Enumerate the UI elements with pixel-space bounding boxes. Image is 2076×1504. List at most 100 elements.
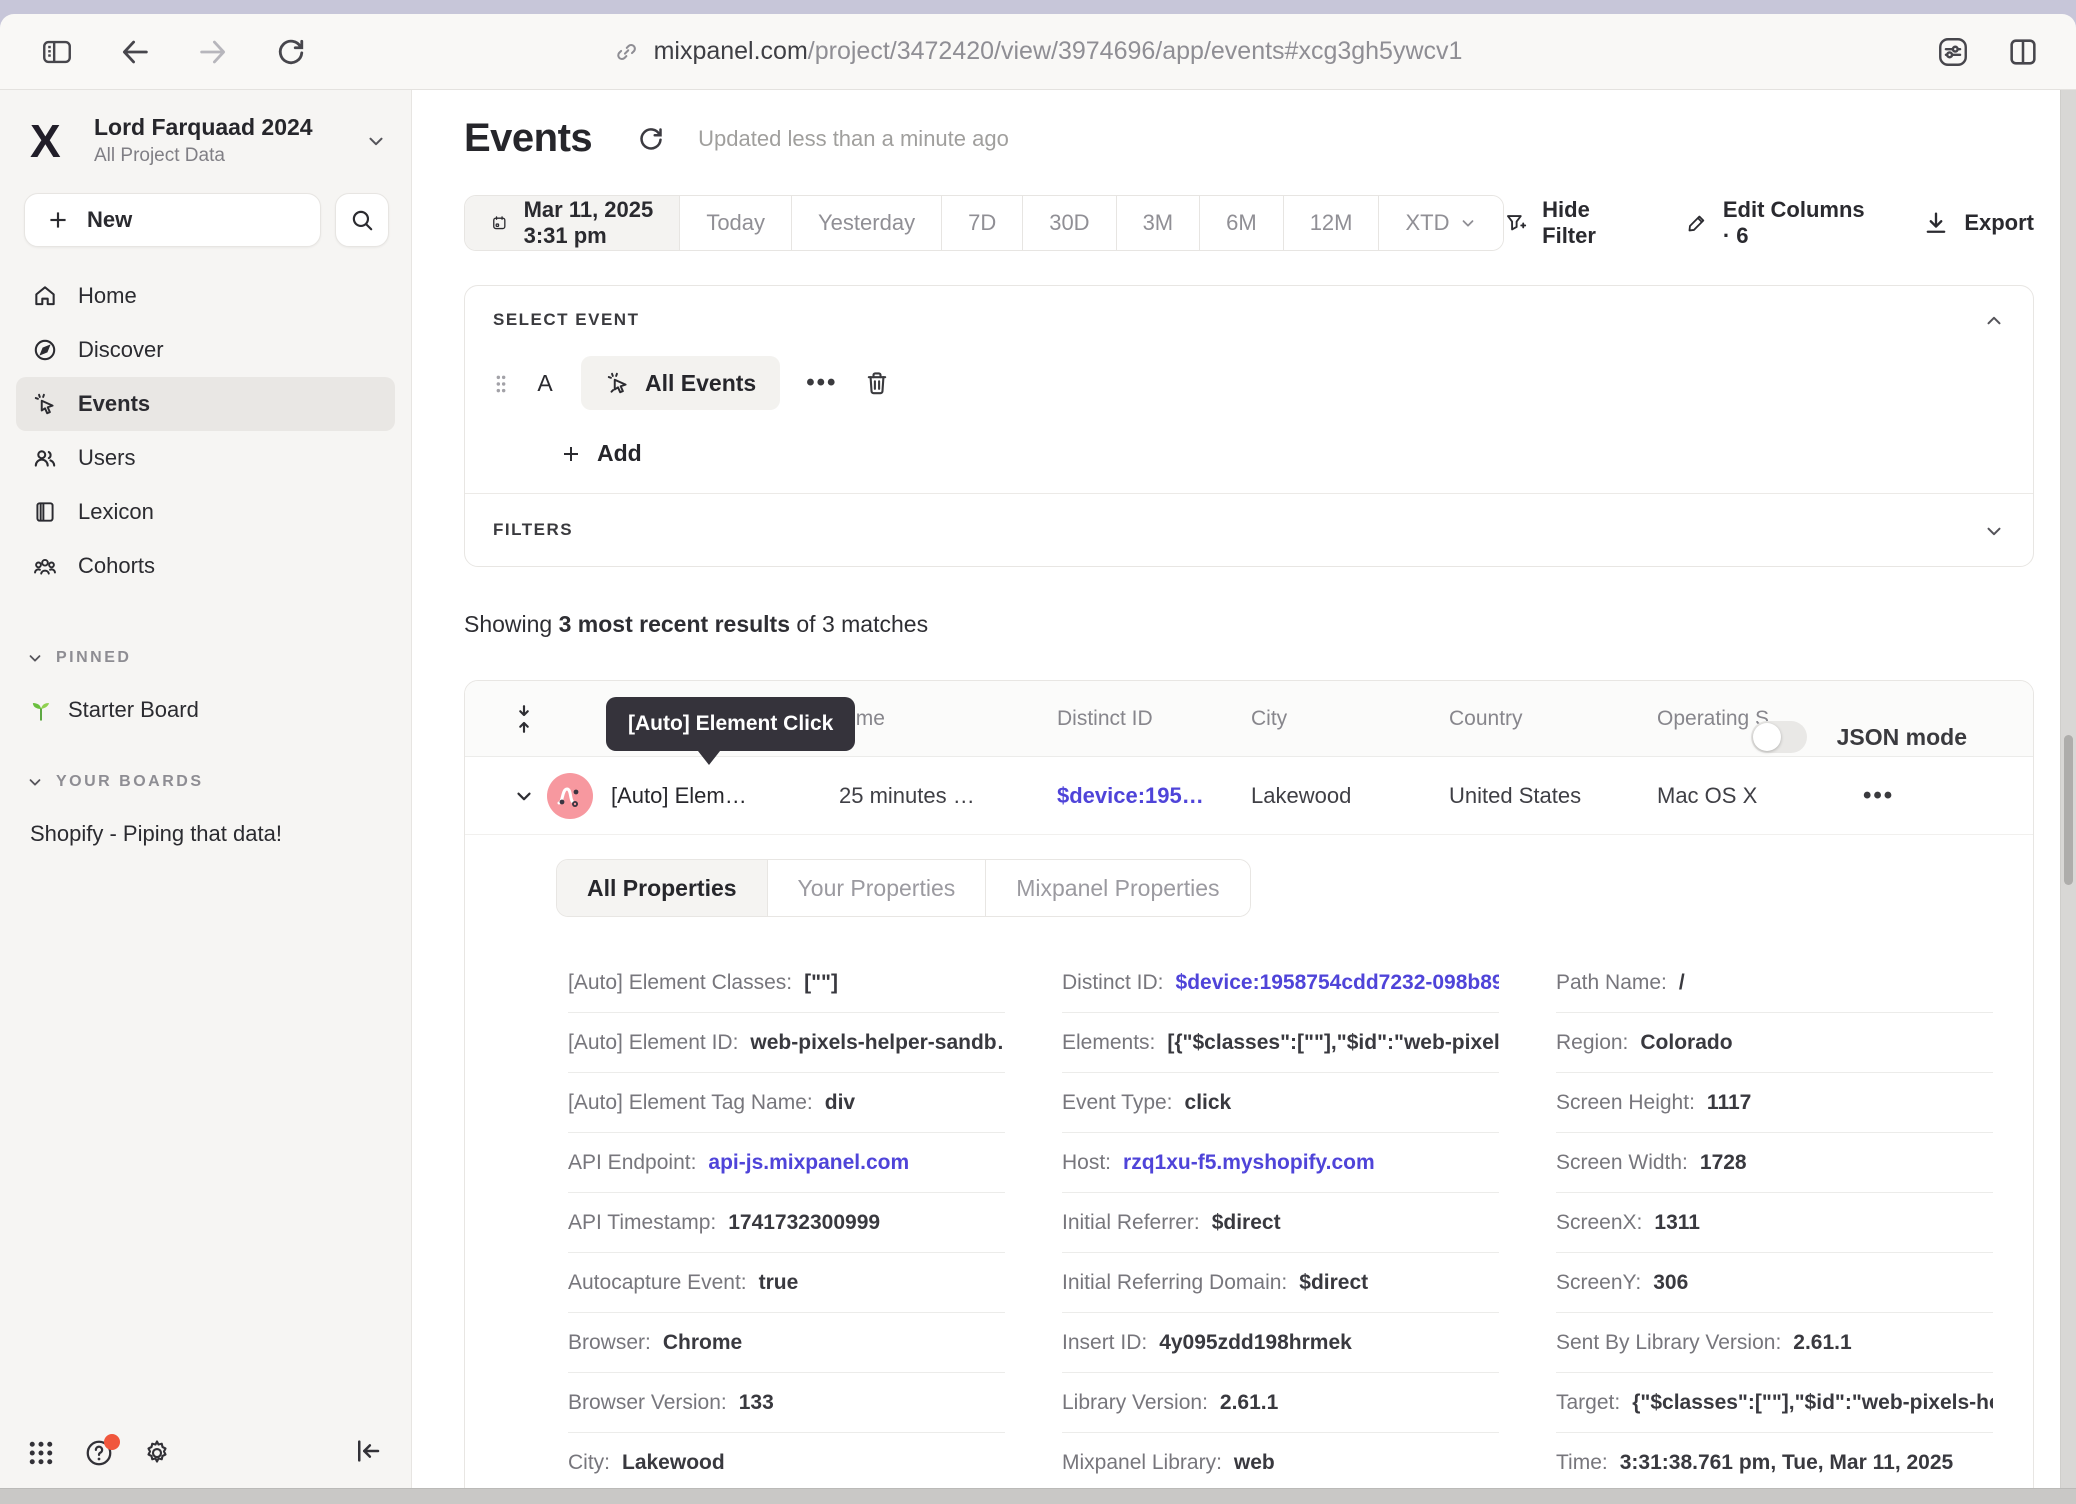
- trash-icon[interactable]: [863, 369, 891, 397]
- distinct-id-link[interactable]: $device:1958754cdd7232-098b89…: [1176, 971, 1499, 995]
- column-distinct-id[interactable]: Distinct ID: [1057, 707, 1251, 731]
- hide-filter-button[interactable]: Hide Filter: [1504, 197, 1633, 249]
- property-row: [Auto] Element Tag Name:div: [568, 1073, 1005, 1133]
- property-row: [Auto] Element ID:web-pixels-helper-sand…: [568, 1013, 1005, 1073]
- users-icon: [32, 445, 58, 471]
- chevron-down-icon: [26, 649, 44, 667]
- property-row: Initial Referrer:$direct: [1062, 1193, 1499, 1253]
- sidebar-item-discover[interactable]: Discover: [16, 323, 395, 377]
- filter-plus-icon: [1504, 209, 1528, 237]
- tab-mixpanel-properties[interactable]: Mixpanel Properties: [986, 860, 1249, 916]
- range-3m[interactable]: 3M: [1117, 196, 1201, 250]
- event-details-panel: All Properties Your Properties Mixpanel …: [465, 835, 2033, 1488]
- range-12m[interactable]: 12M: [1284, 196, 1380, 250]
- column-country[interactable]: Country: [1449, 707, 1657, 731]
- event-selector-pill[interactable]: All Events: [581, 356, 780, 410]
- address-bar[interactable]: mixpanel.com/project/3472420/view/397469…: [614, 37, 1463, 66]
- mixpanel-logo-icon: X: [30, 116, 80, 166]
- collapse-sidebar-icon[interactable]: [353, 1436, 383, 1466]
- range-xtd[interactable]: XTD: [1379, 196, 1503, 250]
- sidebar-item-lexicon[interactable]: Lexicon: [16, 485, 395, 539]
- cohorts-icon: [32, 553, 58, 579]
- browser-sidebar-toggle-icon[interactable]: [40, 35, 74, 69]
- tab-all-properties[interactable]: All Properties: [557, 860, 768, 916]
- url-path: /project/3472420/view/3974696/app/events…: [808, 37, 1463, 65]
- download-icon: [1922, 209, 1950, 237]
- edit-columns-button[interactable]: Edit Columns · 6: [1685, 197, 1870, 249]
- project-switcher[interactable]: X Lord Farquaad 2024 All Project Data: [0, 90, 411, 167]
- your-boards-section-header[interactable]: YOUR BOARDS: [26, 773, 411, 791]
- sidebar-item-events[interactable]: Events: [16, 377, 395, 431]
- properties-column-3: Path Name:/ Region:Colorado Screen Heigh…: [1556, 953, 1993, 1488]
- vertical-scrollbar[interactable]: [2060, 90, 2076, 1488]
- row-menu[interactable]: •••: [1863, 782, 2033, 810]
- back-icon[interactable]: [118, 35, 152, 69]
- property-row: Screen Height:1117: [1556, 1073, 1993, 1133]
- property-row: [Auto] Element Classes:[""]: [568, 953, 1005, 1013]
- export-button[interactable]: Export: [1922, 209, 2034, 237]
- collapse-rows-icon[interactable]: [511, 704, 537, 734]
- event-tooltip: [Auto] Element Click: [606, 697, 855, 751]
- reload-icon[interactable]: [274, 35, 308, 69]
- properties-grid: [Auto] Element Classes:[""] [Auto] Eleme…: [568, 953, 2033, 1488]
- property-row: Host:rzq1xu-f5.myshopify.com: [1062, 1133, 1499, 1193]
- range-7d[interactable]: 7D: [942, 196, 1023, 250]
- sidebar-item-cohorts[interactable]: Cohorts: [16, 539, 395, 593]
- sidebar-item-users[interactable]: Users: [16, 431, 395, 485]
- range-today[interactable]: Today: [680, 196, 792, 250]
- column-time[interactable]: Time: [839, 707, 1057, 731]
- url-domain: mixpanel.com: [654, 37, 808, 65]
- tab-your-properties[interactable]: Your Properties: [768, 860, 987, 916]
- page-settings-icon[interactable]: [1936, 35, 1970, 69]
- refresh-icon[interactable]: [636, 124, 666, 154]
- property-row: Target:{"$classes":[""],"$id":"web-pixel…: [1556, 1373, 1993, 1433]
- project-name: Lord Farquaad 2024: [94, 114, 365, 141]
- page-title: Events: [464, 116, 592, 161]
- range-yesterday[interactable]: Yesterday: [792, 196, 942, 250]
- property-row: Sent By Library Version:2.61.1: [1556, 1313, 1993, 1373]
- scrollbar-thumb[interactable]: [2064, 735, 2073, 885]
- cell-distinct-id[interactable]: $device:195…: [1057, 783, 1251, 809]
- forward-icon[interactable]: [196, 35, 230, 69]
- column-city[interactable]: City: [1251, 707, 1449, 731]
- json-mode-toggle[interactable]: [1751, 721, 1807, 753]
- chevron-down-icon: [365, 130, 387, 152]
- properties-tabs: All Properties Your Properties Mixpanel …: [556, 859, 1251, 917]
- select-event-section: SELECT EVENT A All Events •••: [465, 286, 2033, 494]
- chevron-down-icon[interactable]: [513, 785, 535, 807]
- split-view-icon[interactable]: [2006, 35, 2040, 69]
- property-row: Browser Version:133: [568, 1373, 1005, 1433]
- drag-handle-icon[interactable]: [493, 368, 509, 398]
- range-6m[interactable]: 6M: [1200, 196, 1284, 250]
- event-table-row[interactable]: [Auto] Elem… 25 minutes … $device:195… L…: [465, 757, 2033, 835]
- link-icon: [614, 39, 640, 65]
- property-row: Time:3:31:38.761 pm, Tue, Mar 11, 2025: [1556, 1433, 1993, 1488]
- new-button[interactable]: New: [24, 193, 321, 247]
- gear-icon[interactable]: [142, 1438, 172, 1468]
- add-event-button[interactable]: Add: [559, 440, 2005, 467]
- filters-header: FILTERS: [493, 520, 2005, 540]
- sidebar-item-starter-board[interactable]: Starter Board: [28, 697, 411, 723]
- chevron-up-icon[interactable]: [1983, 310, 2005, 332]
- event-options-menu[interactable]: •••: [806, 369, 837, 397]
- api-endpoint-link[interactable]: api-js.mixpanel.com: [708, 1151, 909, 1175]
- results-summary: Showing 3 most recent results of 3 match…: [464, 611, 2034, 638]
- cell-os: Mac OS X: [1657, 783, 1863, 809]
- sidebar-item-home[interactable]: Home: [16, 269, 395, 323]
- main-content: Events Updated less than a minute ago Ma…: [412, 90, 2076, 1488]
- chevron-down-icon[interactable]: [1983, 520, 2005, 542]
- host-link[interactable]: rzq1xu-f5.myshopify.com: [1123, 1151, 1375, 1175]
- browser-toolbar: mixpanel.com/project/3472420/view/397469…: [0, 14, 2076, 90]
- property-row: API Endpoint:api-js.mixpanel.com: [568, 1133, 1005, 1193]
- apps-grid-icon[interactable]: [26, 1438, 56, 1468]
- plus-icon: [45, 207, 71, 233]
- date-picker[interactable]: Mar 11, 2025 3:31 pm: [465, 196, 680, 250]
- cell-event-name[interactable]: [Auto] Elem…: [611, 783, 839, 809]
- property-row: Path Name:/: [1556, 953, 1993, 1013]
- pinned-section-header[interactable]: PINNED: [26, 649, 411, 667]
- help-icon[interactable]: [84, 1438, 114, 1468]
- horizontal-scrollbar[interactable]: [0, 1488, 2076, 1504]
- range-30d[interactable]: 30D: [1023, 196, 1116, 250]
- sidebar-item-shopify-board[interactable]: Shopify - Piping that data!: [30, 821, 411, 847]
- search-button[interactable]: [335, 193, 389, 247]
